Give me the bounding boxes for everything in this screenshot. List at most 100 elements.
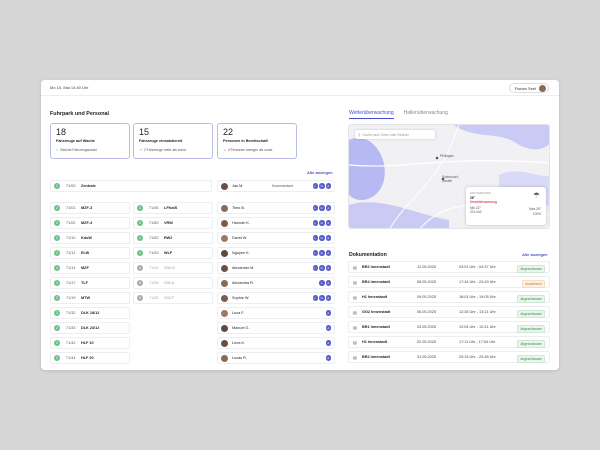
personnel-row[interactable]: Luca F. A [217, 307, 335, 319]
document-date: 08.05.2025 [417, 280, 437, 284]
vehicle-row[interactable]: 2 71/10 KdoW [50, 232, 130, 244]
avatar [221, 279, 228, 287]
qualification-badges: LGA [312, 205, 331, 211]
avatar [221, 324, 228, 332]
avatar [539, 84, 546, 92]
vehicle-row[interactable]: 2 71/11 ELW [50, 247, 130, 259]
vehicle-row[interactable]: 2 71/50 VRW [133, 217, 213, 229]
map-town-label: Schorndorf-Gestell [442, 175, 459, 183]
document-row[interactable]: ▤ BR2 Innenstadt 12.05.2025 03:01 Uhr - 04:… [348, 261, 550, 273]
weather-rain: 100% [532, 212, 541, 216]
document-row[interactable]: ▤ H1 Innenstadt 02.05.2025 17:11 Uhr - 17:5… [348, 336, 550, 348]
document-icon: ▤ [353, 339, 357, 345]
vehicle-row[interactable]: 2 71/01 MZF-3 [50, 202, 130, 214]
avatar [221, 182, 228, 190]
stat-card: 22 Personen in Bereitschaft ↘ 4 Personen we… [217, 123, 297, 159]
vehicle-row[interactable]: 6 71/55 GW-A [133, 277, 213, 289]
personnel-row[interactable]: Sophie W. L G A [217, 292, 335, 304]
personnel-row[interactable]: Alexandra R. L A [217, 277, 335, 289]
vehicle-code: 71/53 [149, 251, 159, 255]
vehicle-row[interactable]: 2 71/17 TLF [50, 277, 130, 289]
document-row[interactable]: ▤ BR4 Innenstadt 08.05.2025 17:44 Uhr - 23:… [348, 276, 550, 288]
tab-weather[interactable]: Wetterüberwachung [349, 110, 394, 119]
personnel-row[interactable]: Lena K. A [217, 337, 335, 349]
personnel-row[interactable]: Hannah K. L G A [217, 217, 335, 229]
personnel-row[interactable]: Nguyen K. L G A [217, 247, 335, 259]
document-row[interactable]: ▤ GG2 Innenstadt 06.05.2025 12:35 Uhr - 13:… [348, 306, 550, 318]
stat-card: 18 Fahrzeuge auf Wache = Gleiche Fahrzeugan… [50, 123, 130, 159]
personnel-row[interactable]: Alexander M. L G A [217, 262, 335, 274]
personnel-row[interactable]: Timo B. L G A [217, 202, 335, 214]
vehicle-name: RW2 [164, 236, 173, 240]
monitoring-tabs: Wetterüberwachung Hallenüberwachung [349, 110, 448, 119]
person-name: Lena K. [232, 341, 246, 345]
personnel-row[interactable]: Jan M. Kommandant L G A [217, 180, 335, 192]
vehicle-row[interactable]: 2 71/44 HLF 20 [50, 352, 130, 364]
user-menu[interactable]: Florian Seel [508, 83, 549, 93]
qualification-badge: A [325, 183, 331, 189]
vehicle-row[interactable]: 6 71/56 GW-T [133, 292, 213, 304]
status-badge: Abgeschlossen [517, 324, 545, 333]
document-name: BR1 Innenstadt [362, 325, 390, 329]
vehicle-row[interactable]: 2 71/33 DLK 23/12 [50, 322, 130, 334]
vehicle-code: 71/00 [66, 184, 76, 188]
vehicle-code: 71/02 [66, 221, 76, 225]
person-name: Alexander M. [232, 266, 255, 270]
document-row[interactable]: ▤ H1 Innenstadt 09.05.2025 18:01 Uhr - 19:0… [348, 291, 550, 303]
weather-map[interactable]: ⚲ Suche nach Orten oder Straßen Pfulling… [348, 124, 550, 229]
vehicle-row[interactable]: 6 71/54 GW-G [133, 262, 213, 274]
trend-icon: = [56, 148, 58, 152]
personnel-row[interactable]: Manuel G. A [217, 322, 335, 334]
docs-show-all-link[interactable]: Alle anzeigen [522, 252, 548, 257]
qualification-badge: G [319, 183, 325, 189]
vehicle-row[interactable]: 2 71/42 HLF 10 [50, 337, 130, 349]
status-badge: Abgeschlossen [517, 294, 545, 303]
document-row[interactable]: ▤ BR2 Innenstadt 31.05.2025 20:15 Uhr - 20:… [348, 351, 550, 363]
document-date: 02.05.2025 [417, 340, 437, 344]
vehicle-status-badge: 2 [54, 205, 60, 211]
vehicle-row[interactable]: 2 71/52 RW2 [133, 232, 213, 244]
vehicle-status-badge: 2 [137, 205, 143, 211]
vehicle-row[interactable]: 2 71/14 MZF [50, 262, 130, 274]
document-icon: ▤ [353, 309, 357, 315]
qualification-badges: LGA [312, 295, 331, 301]
vehicle-name: MZF [81, 266, 89, 270]
avatar [221, 309, 228, 317]
status-badge: Abgeschlossen [517, 354, 545, 363]
map-search-input[interactable]: ⚲ Suche nach Orten oder Straßen [355, 130, 435, 139]
vehicle-row[interactable]: 1 71/00 Zentrale [50, 180, 212, 192]
personnel-row[interactable]: Lucas R. A [217, 352, 335, 364]
personnel-row[interactable]: David W. L G A [217, 232, 335, 244]
date-time: Mo 15. Mai 14:40 Uhr [50, 85, 89, 90]
qualification-badge: A [325, 235, 331, 241]
vehicle-code: 71/44 [66, 356, 76, 360]
avatar [221, 249, 228, 257]
tab-hall[interactable]: Hallenüberwachung [404, 110, 448, 119]
personnel-show-all-link[interactable]: Alle anzeigen [307, 170, 333, 175]
vehicle-status-badge: 2 [54, 250, 60, 256]
person-name: David W. [232, 236, 248, 240]
stat-trend-text: 4 Personen weniger als sonst [227, 148, 273, 152]
qualification-badges: A [325, 340, 331, 346]
document-time: 17:11 Uhr - 17:54 Uhr [459, 340, 496, 344]
vehicle-name: VRW [164, 221, 173, 225]
vehicle-status-badge: 2 [54, 340, 60, 346]
search-icon: ⚲ [358, 132, 361, 137]
qualification-badge: G [319, 295, 325, 301]
user-name: Florian Seel [514, 85, 536, 91]
document-icon: ▤ [353, 264, 357, 270]
status-badge: Abgeschlossen [517, 264, 545, 273]
vehicle-row[interactable]: 2 71/32 DLK 18/12 [50, 307, 130, 319]
stat-trend-text: 2 Fahrzeuge mehr als sonst [143, 148, 186, 152]
rain-cloud-icon: ☂ [532, 191, 540, 200]
weather-warning: Unwetterwarnung [470, 200, 497, 204]
vehicle-status-badge: 6 [137, 280, 143, 286]
vehicle-status-badge: 2 [54, 325, 60, 331]
vehicle-row[interactable]: 2 71/53 WLF [133, 247, 213, 259]
vehicle-row[interactable]: 2 71/45 LFKatS [133, 202, 213, 214]
vehicle-row[interactable]: 2 71/19 MTW [50, 292, 130, 304]
document-row[interactable]: ▤ BR1 Innenstadt 03.05.2025 12:04 Uhr - 12:… [348, 321, 550, 333]
person-role: Kommandant [272, 184, 293, 188]
qualification-badge: L [312, 183, 318, 189]
vehicle-row[interactable]: 2 71/02 MZF-4 [50, 217, 130, 229]
